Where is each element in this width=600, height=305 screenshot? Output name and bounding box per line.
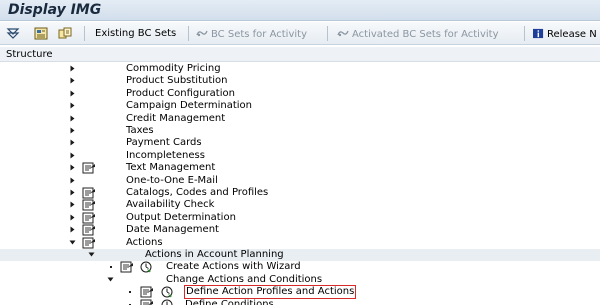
documentation-icon[interactable]	[82, 237, 96, 249]
leaf-bullet-icon	[110, 266, 112, 269]
collapsed-node-arrow-icon[interactable]	[69, 201, 76, 208]
application-toolbar: Existing BC Sets BC Sets for Activity Ac…	[0, 22, 600, 45]
tree-node[interactable]: Availability Check	[0, 199, 600, 211]
tree-node-label[interactable]: Commodity Pricing	[126, 63, 221, 75]
tree-node[interactable]: Define Conditions	[0, 299, 600, 305]
leaf-bullet-icon	[129, 291, 131, 294]
display-icon[interactable]	[34, 27, 48, 40]
tree-node-label[interactable]: One-to-One E-Mail	[126, 175, 218, 187]
release-notes-button[interactable]: Release N	[533, 28, 597, 40]
expanded-node-arrow-icon[interactable]	[107, 276, 114, 283]
documentation-icon[interactable]	[82, 212, 96, 224]
tree-node[interactable]: Product Configuration	[0, 88, 600, 100]
collapsed-node-arrow-icon[interactable]	[69, 127, 76, 134]
tree-node-label[interactable]: Actions in Account Planning	[145, 249, 284, 261]
tree-node[interactable]: Credit Management	[0, 113, 600, 125]
img-tree: Commodity Pricing Product Substitution Pro…	[0, 63, 600, 305]
tree-node-label[interactable]: Credit Management	[126, 113, 225, 125]
tree-node-label[interactable]: Define Action Profiles and Actions	[183, 285, 357, 300]
collapsed-node-arrow-icon[interactable]	[69, 102, 76, 109]
collapsed-node-arrow-icon[interactable]	[69, 90, 76, 97]
tree-node-label[interactable]: Output Determination	[126, 212, 236, 224]
tree-node[interactable]: Taxes	[0, 125, 600, 137]
existing-bc-sets-label: Existing BC Sets	[95, 28, 177, 39]
tree-node[interactable]: Date Management	[0, 224, 600, 236]
collapsed-node-arrow-icon[interactable]	[69, 226, 76, 233]
collapsed-node-arrow-icon[interactable]	[69, 177, 76, 184]
activated-bc-set-icon	[337, 30, 349, 37]
collapsed-node-arrow-icon[interactable]	[69, 65, 76, 72]
tree-node-label[interactable]: Define Conditions	[185, 299, 274, 305]
documentation-icon[interactable]	[82, 187, 96, 199]
expanded-node-arrow-icon[interactable]	[69, 239, 76, 246]
collapsed-node-arrow-icon[interactable]	[69, 152, 76, 159]
tree-node-label[interactable]: Date Management	[126, 224, 219, 236]
tree-node[interactable]: Catalogs, Codes and Profiles	[0, 187, 600, 199]
expand-subtree-icon[interactable]	[6, 27, 20, 40]
collapsed-node-arrow-icon[interactable]	[69, 214, 76, 221]
tree-node[interactable]: Define Action Profiles and Actions	[0, 285, 600, 300]
structure-header: Structure	[0, 47, 600, 62]
tree-node-label[interactable]: Availability Check	[126, 199, 214, 211]
tree-node-label[interactable]: Actions	[126, 237, 163, 249]
documentation-icon[interactable]	[140, 286, 154, 298]
collapsed-node-arrow-icon[interactable]	[69, 189, 76, 196]
execute-activity-clock-icon[interactable]	[161, 286, 173, 298]
activated-bc-sets-button[interactable]: Activated BC Sets for Activity	[337, 28, 499, 40]
activated-bc-sets-label: Activated BC Sets for Activity	[352, 29, 499, 40]
tree-node-label[interactable]: Taxes	[126, 125, 154, 137]
tree-node-label[interactable]: Incompleteness	[126, 150, 205, 162]
toolbar-separator	[327, 26, 328, 41]
tree-node[interactable]: Actions	[0, 237, 600, 249]
tree-node-label[interactable]: Product Configuration	[126, 88, 235, 100]
title-bar: Display IMG	[0, 0, 600, 21]
tree-node[interactable]: Product Substitution	[0, 75, 600, 87]
bc-sets-for-activity-button[interactable]: BC Sets for Activity	[196, 28, 307, 40]
tree-node-label[interactable]: Campaign Determination	[126, 100, 252, 112]
info-icon	[533, 28, 544, 39]
tree-node-label[interactable]: Text Management	[126, 162, 215, 174]
tree-node-label[interactable]: Payment Cards	[126, 137, 202, 149]
tree-node-label[interactable]: Create Actions with Wizard	[166, 261, 301, 273]
execute-activity-clock-icon[interactable]	[140, 261, 152, 273]
tree-node[interactable]: Change Actions and Conditions	[0, 274, 600, 286]
existing-bc-sets-button[interactable]: Existing BC Sets	[95, 28, 176, 39]
tree-node[interactable]: One-to-One E-Mail	[0, 175, 600, 187]
expanded-node-arrow-icon[interactable]	[88, 251, 95, 258]
documentation-icon[interactable]	[82, 224, 96, 236]
tree-node[interactable]: Output Determination	[0, 212, 600, 224]
tree-node-label[interactable]: Change Actions and Conditions	[166, 274, 322, 286]
tree-node[interactable]: Incompleteness	[0, 150, 600, 162]
bc-set-icon	[196, 30, 208, 37]
bc-sets-for-activity-label: BC Sets for Activity	[211, 29, 307, 40]
window-title: Display IMG	[8, 2, 102, 18]
tree-node[interactable]: Actions in Account Planning	[0, 249, 600, 262]
documentation-icon[interactable]	[140, 299, 154, 305]
documentation-icon[interactable]	[82, 199, 96, 211]
tree-node[interactable]: Create Actions with Wizard	[0, 261, 600, 273]
release-notes-label: Release N	[547, 29, 597, 40]
collapsed-node-arrow-icon[interactable]	[69, 77, 76, 84]
tree-node-label[interactable]: Catalogs, Codes and Profiles	[126, 187, 268, 199]
documentation-icon[interactable]	[82, 162, 96, 174]
collapsed-node-arrow-icon[interactable]	[69, 139, 76, 146]
toolbar-separator	[188, 26, 189, 41]
toolbar-separator	[84, 26, 85, 41]
tree-node[interactable]: Text Management	[0, 162, 600, 174]
structure-settings-icon[interactable]	[58, 27, 72, 40]
tree-node-label[interactable]: Product Substitution	[126, 75, 228, 87]
tree-node[interactable]: Campaign Determination	[0, 100, 600, 112]
documentation-icon[interactable]	[120, 261, 134, 273]
execute-activity-clock-icon[interactable]	[161, 299, 173, 305]
tree-node[interactable]: Commodity Pricing	[0, 63, 600, 75]
collapsed-node-arrow-icon[interactable]	[69, 115, 76, 122]
collapsed-node-arrow-icon[interactable]	[69, 164, 76, 171]
tree-node[interactable]: Payment Cards	[0, 137, 600, 149]
structure-label: Structure	[6, 49, 53, 60]
toolbar-separator	[524, 26, 525, 41]
